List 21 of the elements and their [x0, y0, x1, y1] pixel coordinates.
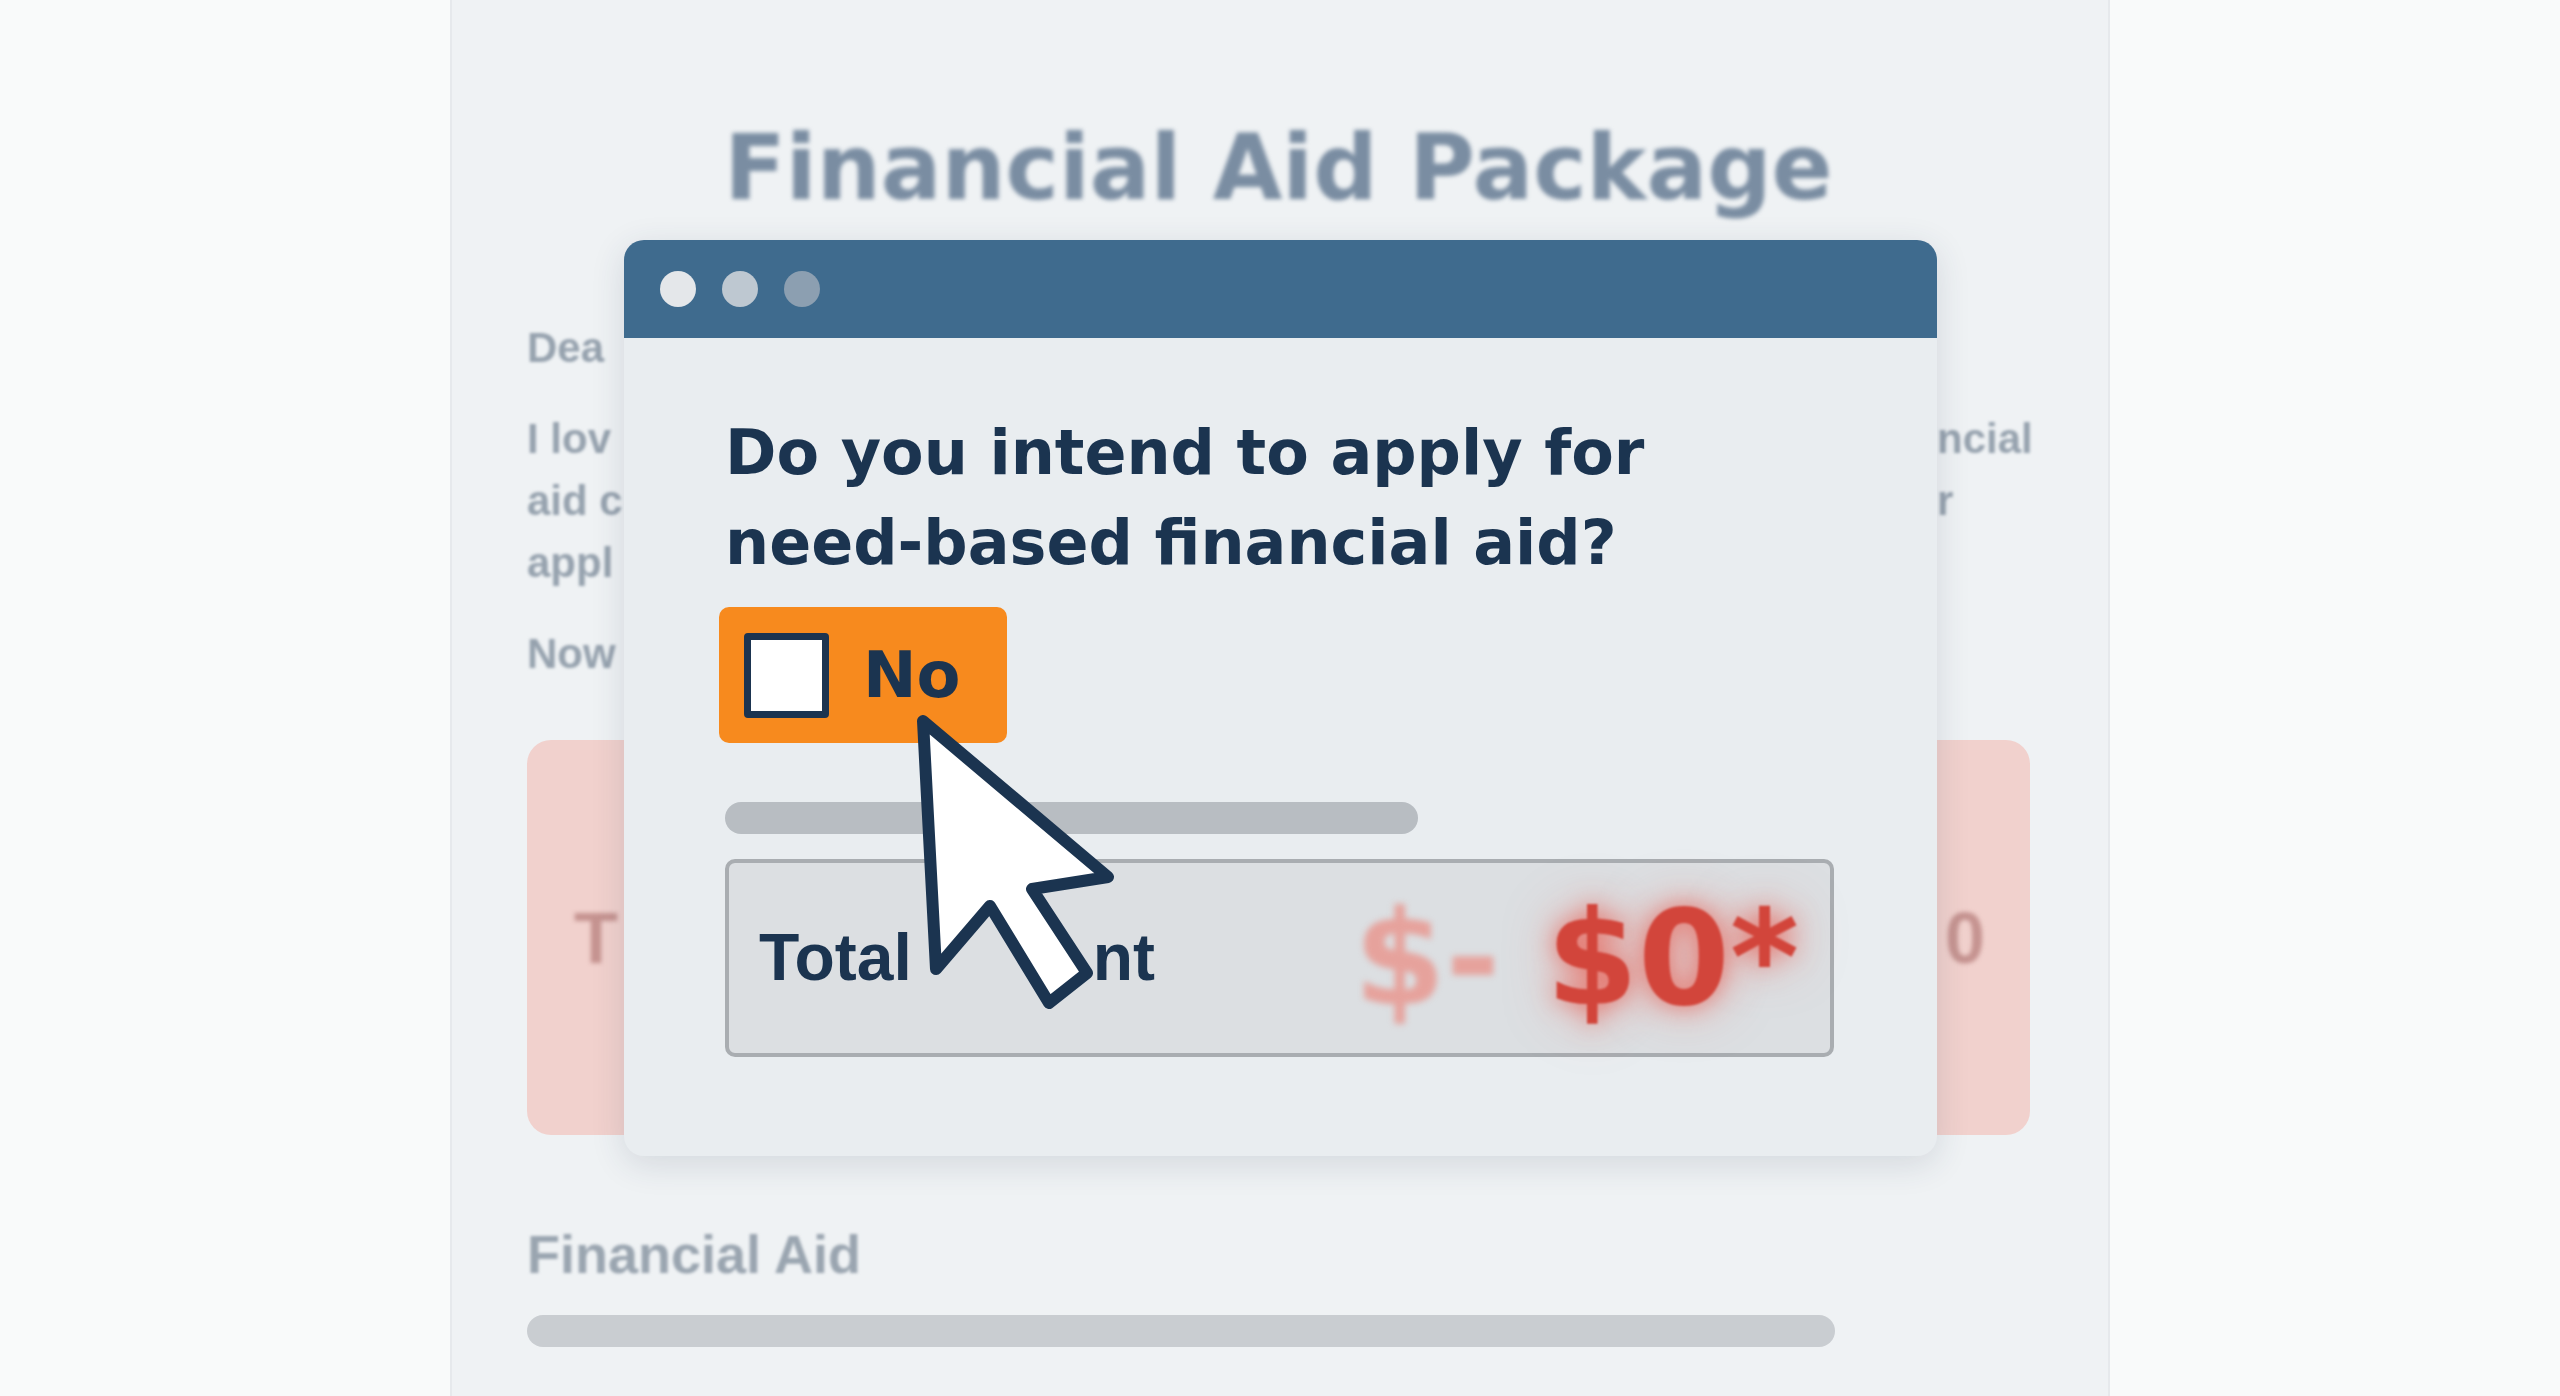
- total-label: nt: [1092, 919, 1156, 997]
- option-button[interactable]: No: [719, 607, 1007, 743]
- section-heading: Financial Aid: [527, 1223, 862, 1286]
- letter-text: appl: [527, 538, 614, 588]
- window-dot-icon[interactable]: [722, 271, 758, 307]
- letter-text: Now: [527, 629, 616, 679]
- faded-amount: $-: [1353, 892, 1501, 1024]
- letter-text: Dea: [527, 323, 605, 373]
- window-dot-icon[interactable]: [784, 271, 820, 307]
- page-title: Financial Aid Package: [724, 114, 1833, 222]
- window-dot-icon[interactable]: [660, 271, 696, 307]
- letter-text: ncial: [1937, 414, 2033, 464]
- checkbox[interactable]: [744, 632, 829, 718]
- letter-text: I lov: [527, 414, 612, 464]
- question-text: Do you intend to apply for need-based financial aid?: [725, 415, 1646, 581]
- summary-label: T: [574, 901, 618, 974]
- total-label: Total: [759, 919, 912, 997]
- grant-amount: $0*: [1546, 892, 1799, 1024]
- letter-text: aid c: [527, 476, 623, 526]
- summary-amount: 0: [1944, 901, 1985, 974]
- letter-text: r: [1937, 476, 1954, 526]
